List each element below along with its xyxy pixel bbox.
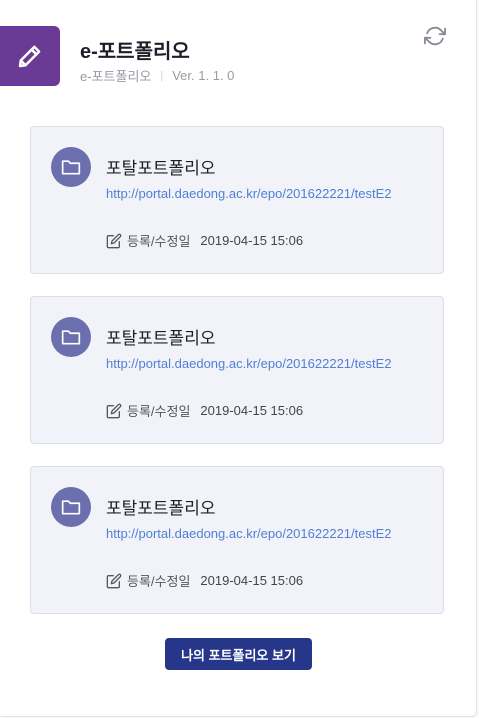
meta-date: 2019-04-15 15:06 bbox=[200, 233, 304, 248]
folder-icon bbox=[51, 487, 91, 527]
portfolio-card[interactable]: 포탈포트폴리오 http://portal.daedong.ac.kr/epo/… bbox=[30, 126, 444, 274]
subtitle-text: e-포트폴리오 bbox=[80, 69, 152, 84]
edit-icon bbox=[106, 573, 122, 588]
pencil-icon bbox=[0, 26, 60, 86]
meta-label: 등록/수정일 bbox=[127, 574, 191, 589]
portfolio-card[interactable]: 포탈포트폴리오 http://portal.daedong.ac.kr/epo/… bbox=[30, 466, 444, 614]
card-title: 포탈포트폴리오 bbox=[106, 499, 216, 518]
meta-label: 등록/수정일 bbox=[127, 404, 191, 419]
folder-icon bbox=[51, 147, 91, 187]
meta-date: 2019-04-15 15:06 bbox=[200, 573, 304, 588]
meta-label: 등록/수정일 bbox=[127, 234, 191, 249]
card-meta: 등록/수정일 2019-04-15 15:06 bbox=[106, 571, 303, 590]
card-url-link[interactable]: http://portal.daedong.ac.kr/epo/20162222… bbox=[106, 526, 392, 541]
version-text: Ver. 1. 1. 0 bbox=[172, 68, 235, 83]
card-meta: 등록/수정일 2019-04-15 15:06 bbox=[106, 231, 303, 250]
app-title: e-포트폴리오 bbox=[80, 41, 190, 63]
portfolio-widget: e-포트폴리오 e-포트폴리오 | Ver. 1. 1. 0 포탈포트폴리오 h… bbox=[0, 0, 477, 717]
edit-icon bbox=[106, 403, 122, 418]
card-meta: 등록/수정일 2019-04-15 15:06 bbox=[106, 401, 303, 420]
card-title: 포탈포트폴리오 bbox=[106, 329, 216, 348]
my-portfolio-button[interactable]: 나의 포트폴리오 보기 bbox=[165, 638, 312, 670]
app-subtitle: e-포트폴리오 | Ver. 1. 1. 0 bbox=[80, 66, 234, 85]
card-title: 포탈포트폴리오 bbox=[106, 159, 216, 178]
meta-date: 2019-04-15 15:06 bbox=[200, 403, 304, 418]
refresh-icon[interactable] bbox=[424, 25, 446, 47]
card-url-link[interactable]: http://portal.daedong.ac.kr/epo/20162222… bbox=[106, 186, 392, 201]
edit-icon bbox=[106, 233, 122, 248]
divider: | bbox=[160, 69, 164, 82]
portfolio-card[interactable]: 포탈포트폴리오 http://portal.daedong.ac.kr/epo/… bbox=[30, 296, 444, 444]
folder-icon bbox=[51, 317, 91, 357]
card-url-link[interactable]: http://portal.daedong.ac.kr/epo/20162222… bbox=[106, 356, 392, 371]
